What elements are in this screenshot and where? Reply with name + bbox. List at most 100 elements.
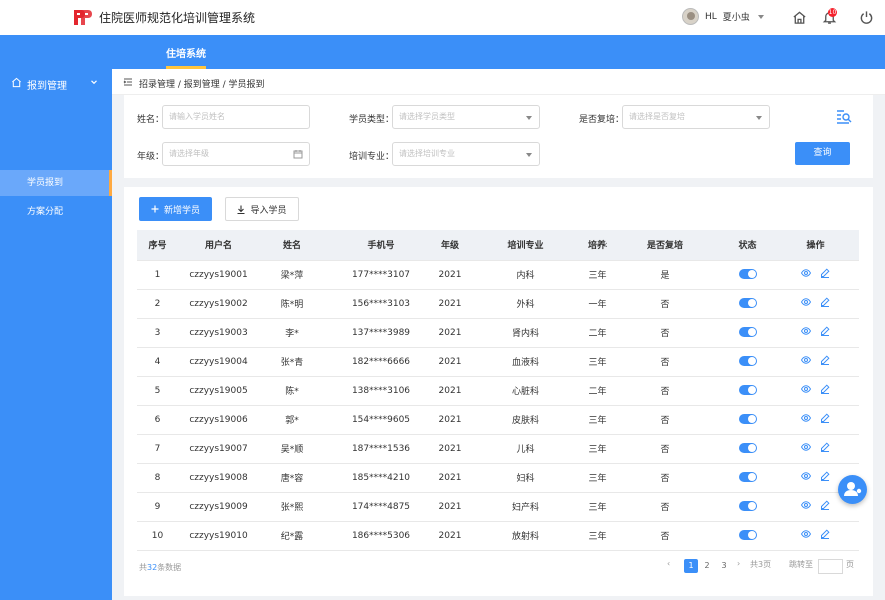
edit-icon[interactable] [820, 355, 830, 368]
cell-years: 一年 [588, 289, 607, 319]
edit-icon[interactable] [820, 384, 830, 397]
cell-username: czzyys19007 [178, 434, 259, 464]
cell-phone: 138****3106 [325, 376, 437, 406]
breadcrumb: 招录管理 / 报到管理 / 学员报到 [139, 80, 265, 90]
user-name: 夏小虫 [722, 13, 750, 23]
edit-icon[interactable] [820, 442, 830, 455]
cell-years: 三年 [588, 492, 607, 522]
cell-name: 张*青 [259, 347, 325, 377]
view-icon[interactable] [800, 500, 812, 513]
retrain-select[interactable]: 请选择是否复培 [622, 105, 770, 129]
page-2[interactable]: 2 [700, 559, 714, 573]
status-toggle[interactable] [738, 298, 757, 309]
view-icon[interactable] [800, 355, 812, 368]
cell-no: 6 [137, 405, 178, 435]
cell-actions [772, 260, 859, 290]
table-row: 2 czzyys19002 陈*明 156****3103 2021 外科 一年否 [137, 289, 859, 319]
cell-years: 三年 [588, 463, 607, 493]
status-toggle[interactable] [738, 530, 757, 541]
user-service-button[interactable] [838, 475, 867, 504]
sidebar-item-plan-assignment[interactable]: 方案分配 [0, 199, 112, 225]
edit-icon[interactable] [820, 326, 830, 339]
cell-name: 陈* [259, 376, 325, 406]
app-logo-icon [74, 10, 92, 25]
cell-username: czzyys19008 [178, 463, 259, 493]
cell-major: 外科 [463, 289, 588, 319]
jump-page-input[interactable] [818, 559, 843, 574]
top-bar: 住院医师规范化培训管理系统 HL 夏小虫 10 [0, 0, 885, 35]
view-icon[interactable] [800, 384, 812, 397]
home-outline-icon [12, 77, 21, 88]
view-icon[interactable] [800, 442, 812, 455]
import-student-button[interactable]: 导入学员 [225, 197, 299, 221]
edit-icon[interactable] [820, 500, 830, 513]
cell-grade: 2021 [437, 405, 463, 435]
cell-major: 皮肤科 [463, 405, 588, 435]
edit-icon[interactable] [820, 413, 830, 426]
view-icon[interactable] [800, 529, 812, 542]
edit-icon[interactable] [820, 297, 830, 310]
status-toggle[interactable] [738, 385, 757, 396]
edit-icon[interactable] [820, 268, 830, 281]
sidebar-group-label: 报到管理 [27, 81, 67, 92]
tab-training-system[interactable]: 住培系统 [155, 35, 217, 69]
view-icon[interactable] [800, 471, 812, 484]
cell-name: 唐*容 [259, 463, 325, 493]
edit-icon[interactable] [820, 471, 830, 484]
cell-actions [772, 434, 859, 464]
cell-grade: 2021 [437, 434, 463, 464]
menu-toggle-icon[interactable] [123, 77, 133, 87]
total-count: 共32条数据 [139, 562, 181, 573]
type-select[interactable]: 请选择学员类型 [392, 105, 540, 129]
table-row: 4 czzyys19004 张*青 182****6666 2021 血液科 三年否 [137, 347, 859, 377]
grade-picker[interactable]: 请选择年级 [162, 142, 310, 166]
page-3[interactable]: 3 [717, 559, 731, 573]
status-toggle[interactable] [738, 327, 757, 338]
cell-phone: 156****3103 [325, 289, 437, 319]
query-button[interactable]: 查询 [795, 142, 850, 165]
home-icon[interactable] [792, 10, 807, 25]
view-icon[interactable] [800, 326, 812, 339]
retrain-select-placeholder: 请选择是否复培 [629, 112, 685, 121]
header-col-name: 姓名 [259, 230, 325, 261]
header-col-major: 培训专业 [463, 230, 588, 261]
next-page-icon[interactable]: › [737, 559, 740, 568]
sidebar-item-student-report[interactable]: 学员报到 [0, 170, 112, 196]
chevron-down-icon [757, 14, 764, 19]
breadcrumb-bar: 招录管理 / 报到管理 / 学员报到 [112, 69, 885, 95]
status-toggle[interactable] [738, 414, 757, 425]
cell-years: 三年 [588, 347, 607, 377]
add-student-button[interactable]: 新增学员 [139, 197, 212, 221]
cell-phone: 174****4875 [325, 492, 437, 522]
view-icon[interactable] [800, 413, 812, 426]
avatar [682, 8, 699, 25]
page-1[interactable]: 1 [684, 559, 698, 573]
name-input[interactable]: 请输入学员姓名 [162, 105, 310, 129]
cell-username: czzyys19003 [178, 318, 259, 348]
status-toggle[interactable] [738, 443, 757, 454]
cell-major: 肾内科 [463, 318, 588, 348]
cell-status [723, 492, 772, 522]
status-toggle[interactable] [738, 501, 757, 512]
user-menu[interactable]: HL 夏小虫 [682, 8, 764, 25]
major-select[interactable]: 请选择培训专业 [392, 142, 540, 166]
advanced-search-icon[interactable] [836, 109, 852, 124]
chevron-down-icon [91, 80, 97, 85]
view-icon[interactable] [800, 297, 812, 310]
power-icon[interactable] [859, 10, 874, 25]
edit-icon[interactable] [820, 529, 830, 542]
cell-no: 10 [137, 521, 178, 551]
header-col-username: 用户名 [178, 230, 259, 261]
user-initials: HL [705, 11, 717, 22]
sidebar-group-enrollment[interactable]: 报到管理 [0, 70, 112, 96]
caret-down-icon [526, 116, 532, 120]
cell-retrain: 否 [607, 405, 723, 435]
cell-major: 内科 [463, 260, 588, 290]
view-icon[interactable] [800, 268, 812, 281]
status-toggle[interactable] [738, 269, 757, 280]
status-toggle[interactable] [738, 356, 757, 367]
status-toggle[interactable] [738, 472, 757, 483]
prev-page-icon[interactable]: ‹ [667, 559, 670, 568]
header-col-grade: 年级 [437, 230, 463, 261]
cell-years: 二年 [588, 376, 607, 406]
